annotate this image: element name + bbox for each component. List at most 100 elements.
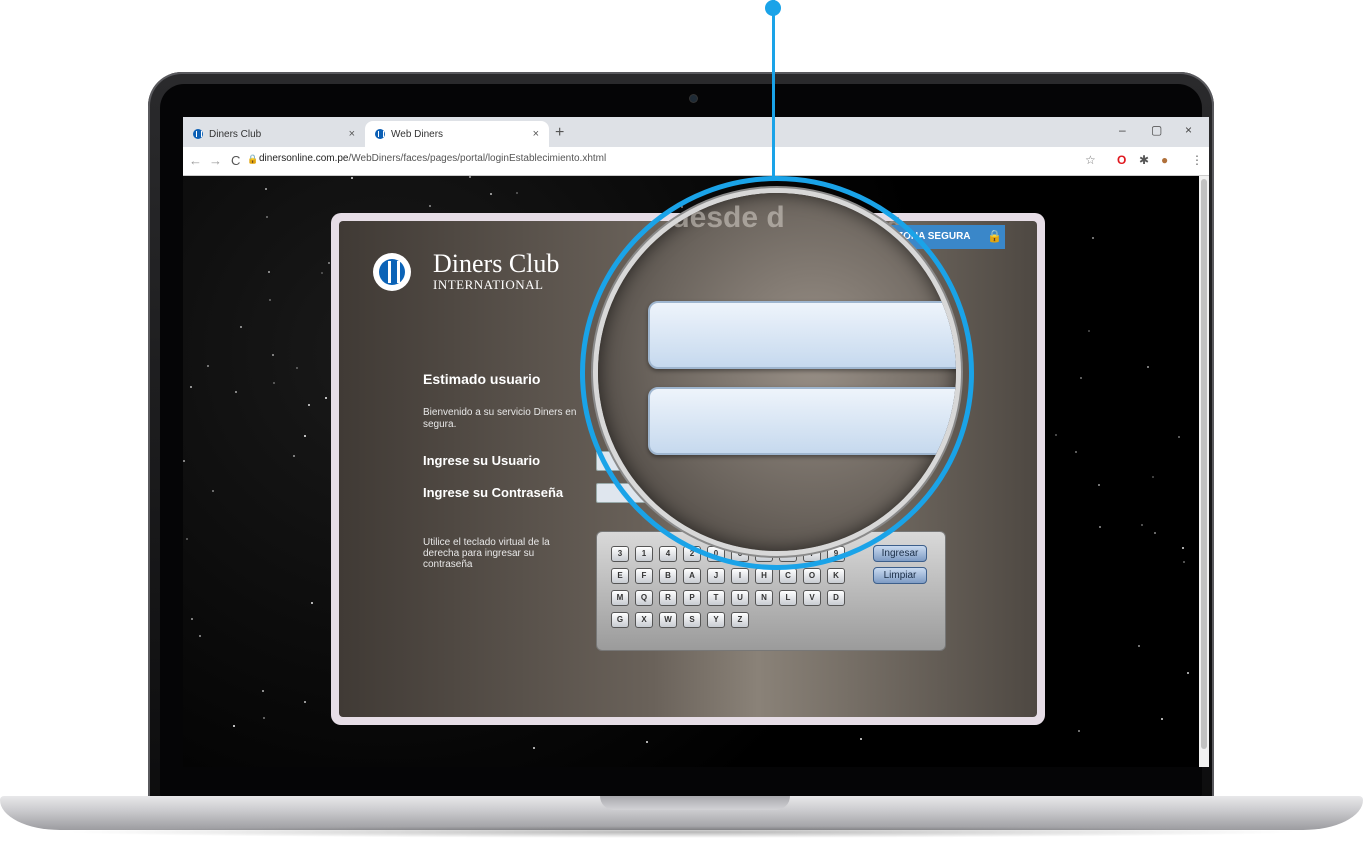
key[interactable]: 1	[635, 546, 653, 562]
star	[1187, 672, 1189, 674]
key[interactable]: K	[827, 568, 845, 584]
star	[860, 738, 862, 740]
tab-bar: Diners Club × Web Diners × + – ▢ ×	[183, 117, 1209, 147]
star	[1099, 526, 1101, 528]
star	[212, 490, 214, 492]
star	[265, 188, 267, 190]
key[interactable]: X	[635, 612, 653, 628]
star	[311, 602, 313, 604]
magnifier-ring	[580, 176, 974, 570]
limpiar-button[interactable]: Limpiar	[873, 567, 927, 584]
star	[1161, 718, 1163, 720]
key[interactable]: T	[707, 590, 725, 606]
star	[304, 701, 306, 703]
key[interactable]: G	[611, 612, 629, 628]
star	[1182, 547, 1184, 549]
star	[1178, 436, 1180, 438]
url-field[interactable]: dinersonline.com.pe/WebDiners/faces/page…	[259, 153, 606, 164]
back-button[interactable]: ←	[189, 153, 202, 168]
close-tab-icon[interactable]: ×	[349, 128, 355, 140]
restore-button[interactable]: ▢	[1151, 123, 1162, 137]
key[interactable]: 4	[659, 546, 677, 562]
star	[293, 455, 295, 457]
star	[296, 367, 298, 369]
star	[1147, 366, 1149, 368]
callout-dot	[765, 0, 781, 16]
star	[199, 635, 201, 637]
star	[1080, 377, 1082, 379]
star	[1098, 484, 1100, 486]
star	[191, 618, 193, 620]
star	[1092, 237, 1094, 239]
star	[646, 741, 648, 743]
key[interactable]: H	[755, 568, 773, 584]
url-path: /WebDiners/faces/pages/portal/loginEstab…	[348, 153, 607, 164]
star	[1154, 532, 1156, 534]
key[interactable]: W	[659, 612, 677, 628]
key[interactable]: N	[755, 590, 773, 606]
star	[1183, 561, 1185, 563]
laptop-shadow	[60, 826, 1303, 838]
key[interactable]: P	[683, 590, 701, 606]
menu-icon[interactable]: ⋮	[1191, 153, 1203, 167]
star	[262, 690, 264, 692]
key[interactable]: I	[731, 568, 749, 584]
close-tab-icon[interactable]: ×	[533, 128, 539, 140]
ingresar-button[interactable]: Ingresar	[873, 545, 927, 562]
key[interactable]: O	[803, 568, 821, 584]
key[interactable]: 3	[611, 546, 629, 562]
key[interactable]: M	[611, 590, 629, 606]
key[interactable]: B	[659, 568, 677, 584]
tab-diners-club[interactable]: Diners Club ×	[183, 121, 365, 147]
star-icon[interactable]: ☆	[1085, 153, 1096, 167]
diners-favicon-icon	[193, 129, 203, 139]
opera-icon[interactable]: O	[1117, 153, 1126, 167]
key[interactable]: E	[611, 568, 629, 584]
star	[235, 391, 237, 393]
extensions-icon[interactable]: ✱	[1139, 153, 1149, 167]
address-bar: ← → C 🔒 dinersonline.com.pe/WebDiners/fa…	[183, 147, 1209, 176]
key[interactable]: Z	[731, 612, 749, 628]
key[interactable]: Y	[707, 612, 725, 628]
forward-button[interactable]: →	[209, 153, 222, 168]
key[interactable]: F	[635, 568, 653, 584]
star	[1075, 451, 1077, 453]
tab-title: Diners Club	[209, 128, 262, 140]
star	[186, 538, 188, 540]
tab-web-diners[interactable]: Web Diners ×	[365, 121, 549, 147]
star	[1141, 524, 1143, 526]
padlock-icon: 🔒	[987, 229, 1002, 243]
diners-logo-icon	[373, 253, 411, 291]
diners-favicon-icon	[375, 129, 385, 139]
star	[308, 404, 310, 406]
star	[233, 725, 235, 727]
new-tab-button[interactable]: +	[555, 124, 564, 142]
star	[268, 271, 270, 273]
key[interactable]: R	[659, 590, 677, 606]
minimize-button[interactable]: –	[1119, 123, 1126, 137]
star	[533, 747, 535, 749]
key[interactable]: L	[779, 590, 797, 606]
key[interactable]: V	[803, 590, 821, 606]
keyboard-hint: Utilice el teclado virtual de la derecha…	[423, 537, 550, 570]
key[interactable]: C	[779, 568, 797, 584]
star	[321, 272, 323, 274]
star	[304, 435, 306, 437]
key[interactable]: S	[683, 612, 701, 628]
scrollbar-thumb[interactable]	[1201, 179, 1207, 749]
star	[325, 397, 327, 399]
star	[1078, 730, 1080, 732]
key[interactable]: Q	[635, 590, 653, 606]
star	[272, 354, 274, 356]
key[interactable]: U	[731, 590, 749, 606]
key[interactable]: A	[683, 568, 701, 584]
key[interactable]: D	[827, 590, 845, 606]
profile-icon[interactable]: ●	[1161, 153, 1168, 167]
star	[1088, 330, 1090, 332]
close-window-button[interactable]: ×	[1185, 123, 1192, 137]
key[interactable]: J	[707, 568, 725, 584]
reload-button[interactable]: C	[231, 153, 240, 168]
tab-title: Web Diners	[391, 128, 444, 140]
star	[516, 192, 518, 194]
star	[328, 262, 330, 264]
